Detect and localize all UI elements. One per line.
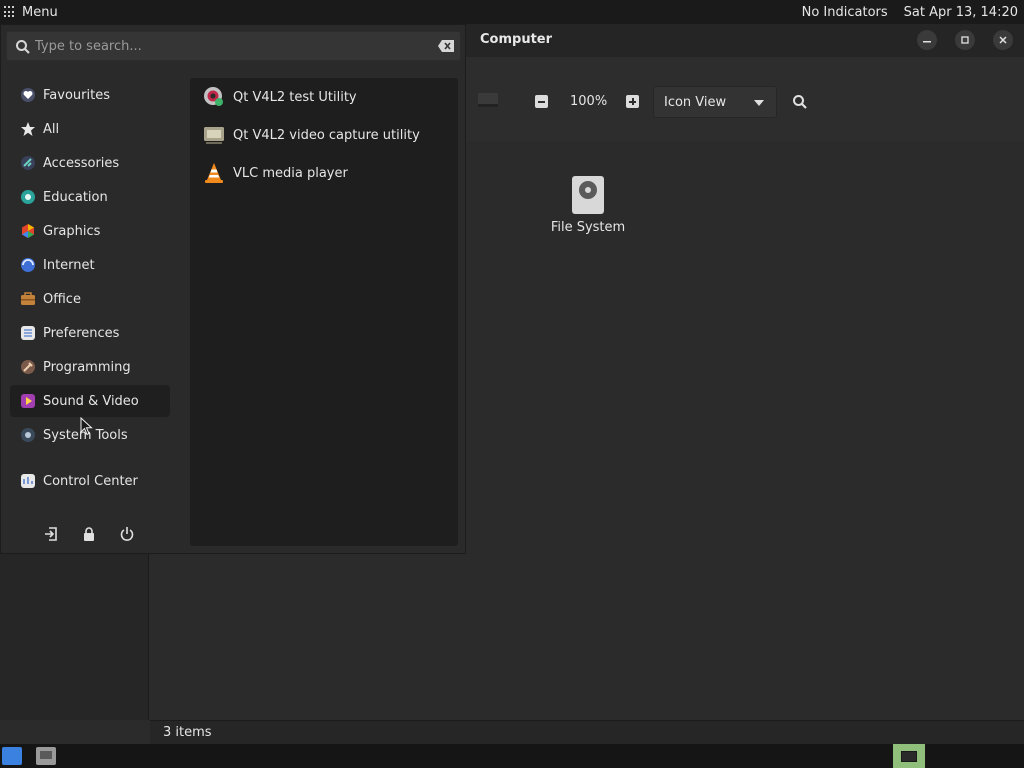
category-label: Programming (43, 359, 131, 375)
power-button[interactable] (117, 524, 137, 544)
app-vlc[interactable]: VLC media player (190, 155, 458, 191)
file-manager-launcher-icon[interactable] (36, 747, 56, 765)
clock[interactable]: Sat Apr 13, 14:20 (904, 5, 1018, 20)
vlc-icon (205, 163, 223, 183)
search-input[interactable] (35, 35, 425, 57)
category-internet[interactable]: Internet (10, 249, 170, 281)
search-icon[interactable] (792, 94, 808, 110)
control-center-icon (21, 474, 35, 488)
apps-grid-icon (4, 6, 16, 18)
window-title: Computer (480, 32, 553, 47)
restore-icon (961, 36, 969, 44)
zoom-level: 100% (570, 94, 608, 109)
zoom-out-button[interactable] (535, 95, 548, 108)
zoom-in-button[interactable] (626, 95, 639, 108)
drive-icon (572, 176, 604, 214)
bottom-panel (0, 744, 1024, 768)
window-thumbnail-icon (901, 750, 917, 762)
category-label: Sound & Video (43, 393, 139, 409)
category-preferences[interactable]: Preferences (10, 317, 170, 349)
top-panel: Menu No Indicators Sat Apr 13, 14:20 (0, 0, 1024, 24)
power-icon (120, 527, 134, 541)
category-label: Internet (43, 257, 95, 273)
graphics-icon (22, 224, 34, 238)
logout-button[interactable] (41, 524, 61, 544)
menu-label: Menu (22, 4, 58, 20)
preferences-icon (21, 326, 35, 340)
category-programming[interactable]: Programming (10, 351, 170, 383)
internet-icon (21, 258, 35, 272)
category-office[interactable]: Office (10, 283, 170, 315)
category-label: Accessories (43, 155, 120, 171)
minimize-button[interactable] (917, 30, 937, 50)
programming-icon (21, 360, 35, 374)
category-label: Favourites (43, 87, 110, 103)
file-system-item[interactable]: File System (548, 176, 628, 235)
app-video-capture[interactable]: Qt V4L2 video capture utility (190, 117, 458, 153)
view-mode-select[interactable]: Icon View (653, 86, 777, 118)
logout-icon (45, 527, 57, 541)
app-label: Qt V4L2 video capture utility (233, 127, 420, 143)
category-label: Preferences (43, 325, 120, 341)
lock-icon (84, 527, 94, 541)
show-desktop-icon[interactable] (2, 747, 22, 765)
app-label: Qt V4L2 test Utility (233, 89, 357, 105)
favourites-icon (21, 88, 35, 102)
lock-button[interactable] (79, 524, 99, 544)
location-drive-icon[interactable] (478, 93, 498, 107)
office-icon (21, 292, 35, 305)
sound-video-icon (21, 394, 35, 408)
education-icon (21, 190, 35, 204)
top-panel-right: No Indicators Sat Apr 13, 14:20 (802, 0, 1018, 24)
category-label: Control Center (43, 473, 138, 489)
category-label: Education (43, 189, 108, 205)
app-label: VLC media player (233, 165, 348, 181)
app-qv4l2[interactable]: Qt V4L2 test Utility (190, 79, 458, 115)
qv4l2-icon (204, 87, 223, 106)
indicators-applet[interactable]: No Indicators (802, 5, 888, 20)
star-icon (21, 122, 35, 136)
close-button[interactable] (993, 30, 1013, 50)
item-count: 3 items (163, 725, 212, 740)
category-label: Office (43, 291, 81, 307)
category-label: Graphics (43, 223, 101, 239)
category-accessories[interactable]: Accessories (10, 147, 170, 179)
category-graphics[interactable]: Graphics (10, 215, 170, 247)
menu-launcher-button[interactable]: Menu (0, 0, 62, 24)
video-capture-icon (204, 127, 224, 144)
menu-search (6, 31, 461, 61)
application-menu: Favourites All Accessories Education Gra… (0, 24, 466, 554)
system-tools-icon (21, 428, 35, 442)
category-label: All (43, 121, 60, 137)
clear-search-icon[interactable] (438, 40, 454, 52)
item-label: File System (550, 220, 626, 235)
accessories-icon (21, 156, 35, 170)
mouse-cursor-icon (80, 417, 93, 436)
chevron-down-icon (754, 100, 764, 106)
taskbar-window-button[interactable] (893, 744, 925, 768)
control-center[interactable]: Control Center (10, 465, 170, 497)
category-sound-video[interactable]: Sound & Video (10, 385, 170, 417)
view-mode-label: Icon View (664, 94, 727, 110)
search-icon (16, 40, 30, 54)
applications-list: Qt V4L2 test Utility Qt V4L2 video captu… (190, 78, 458, 546)
minimize-icon (923, 41, 931, 43)
maximize-button[interactable] (955, 30, 975, 50)
category-favourites[interactable]: Favourites (10, 79, 170, 111)
close-icon (999, 36, 1007, 44)
category-all[interactable]: All (10, 113, 170, 145)
category-education[interactable]: Education (10, 181, 170, 213)
status-bar: 3 items (150, 720, 1024, 744)
